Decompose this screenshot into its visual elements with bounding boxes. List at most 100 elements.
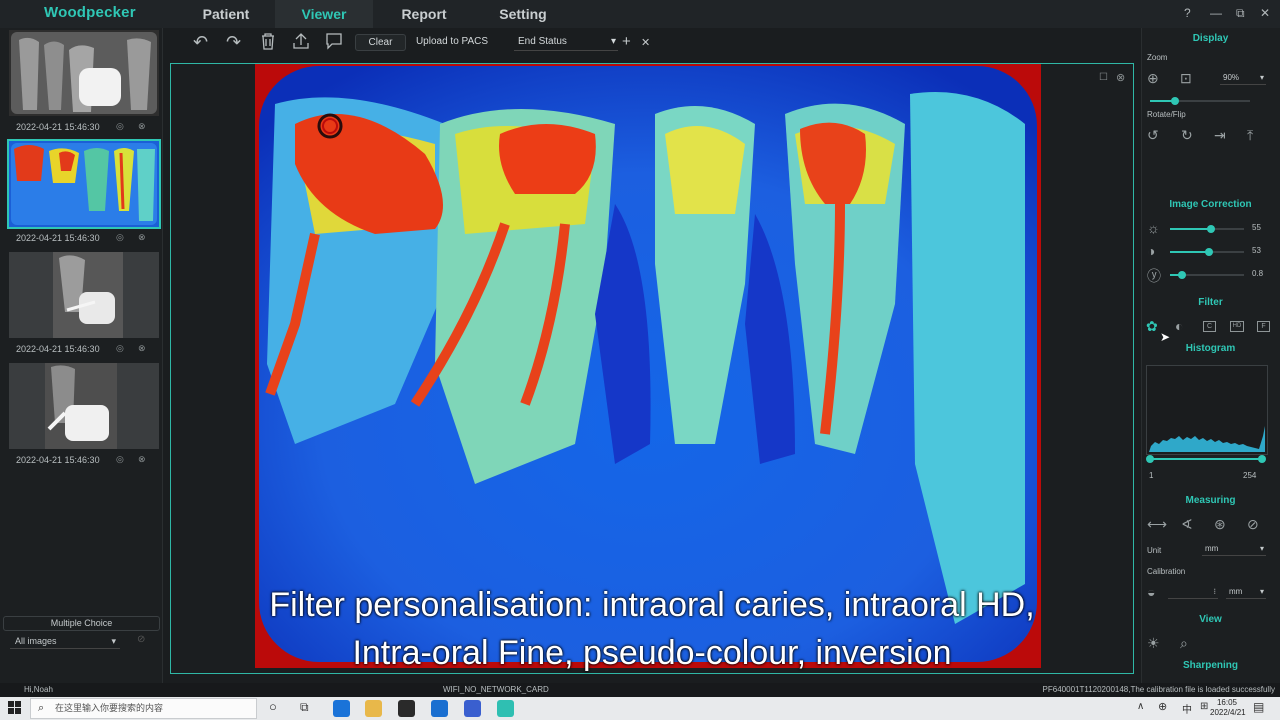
tab-setting[interactable]: Setting <box>490 0 556 28</box>
histogram-max-value[interactable]: 254 <box>1243 471 1256 480</box>
taskbar-search-box[interactable]: ⌕ 在这里输入你要搜索的内容 <box>30 698 257 719</box>
tray-chevron-icon[interactable]: ∧ <box>1137 701 1144 712</box>
gamma-value[interactable]: 0.8 <box>1252 269 1263 278</box>
undo-icon[interactable]: ↶ <box>193 32 208 53</box>
network-tray-icon[interactable]: ⊕ <box>1158 700 1167 713</box>
image-filter-select[interactable]: All images ▾ <box>10 634 120 649</box>
remove-icon[interactable]: ✕ <box>641 36 650 49</box>
histogram-range-slider[interactable] <box>1146 455 1266 463</box>
thumbnail-1-close-icon[interactable]: ⊗ <box>138 121 146 132</box>
zoom-select[interactable]: 90% ▾ <box>1220 72 1266 85</box>
close-viewer-icon[interactable]: ⊗ <box>1116 71 1125 84</box>
mail-icon[interactable] <box>431 700 448 717</box>
search-icon: ⌕ <box>38 702 45 714</box>
histogram-graphic <box>1149 426 1265 452</box>
zoom-slider-knob[interactable] <box>1171 97 1179 105</box>
light-icon[interactable]: ☀ <box>1147 635 1160 652</box>
gamma-slider-knob[interactable] <box>1177 271 1186 279</box>
magnifier-icon[interactable]: ⌕ <box>1180 635 1188 652</box>
file-explorer-icon[interactable] <box>365 700 382 717</box>
unit-select[interactable]: mm ▾ <box>1202 543 1266 556</box>
histogram-max-knob[interactable] <box>1258 455 1266 463</box>
calibration-input[interactable]: ⁝ <box>1168 586 1218 599</box>
tab-report[interactable]: Report <box>388 0 460 28</box>
thumbnail-4-close-icon[interactable]: ⊗ <box>138 454 146 465</box>
ime-indicator[interactable]: 中 <box>1182 701 1192 716</box>
settings-small-icon[interactable]: ⊘ <box>137 634 145 645</box>
histogram-chart[interactable] <box>1146 365 1268 455</box>
thumbnail-1-edit-icon[interactable]: ◎ <box>116 121 124 132</box>
area-icon[interactable]: ⊛ <box>1214 516 1226 533</box>
redo-icon[interactable]: ↷ <box>226 32 241 53</box>
status-bar: Hi,Noah WIFI_NO_NETWORK_CARD PF640001T11… <box>0 683 1280 697</box>
cortana-icon[interactable]: ○ <box>269 699 277 714</box>
thumbnail-4[interactable] <box>9 363 159 449</box>
view-section-title: View <box>1199 614 1222 625</box>
comment-icon[interactable] <box>325 32 343 55</box>
notification-icon[interactable]: ▤ <box>1253 700 1264 714</box>
caption-line-2: Intra-oral Fine, pseudo-colour, inversio… <box>352 634 952 672</box>
thumbnail-3-close-icon[interactable]: ⊗ <box>138 343 146 354</box>
upload-icon[interactable] <box>292 32 310 55</box>
upload-pacs-button[interactable]: Upload to PACS <box>412 34 492 51</box>
ruler-icon[interactable]: ⟷ <box>1147 516 1167 533</box>
histogram-min-value[interactable]: 1 <box>1149 471 1153 480</box>
store-icon[interactable] <box>398 700 415 717</box>
windows-start-icon[interactable] <box>8 701 22 720</box>
filter-section-title: Filter <box>1198 297 1223 308</box>
brightness-slider-knob[interactable] <box>1206 225 1215 233</box>
thumbnail-2-edit-icon[interactable]: ◎ <box>116 232 124 243</box>
calibration-unit-select[interactable]: mm ▾ <box>1226 586 1266 599</box>
rotate-left-icon[interactable]: ↺ <box>1147 127 1159 144</box>
zoom-fit-icon[interactable]: ⊡ <box>1180 70 1192 87</box>
calibration-icon[interactable]: ◒ <box>1147 584 1155 600</box>
thumbnail-3-edit-icon[interactable]: ◎ <box>116 343 124 354</box>
xray-thumbnail-4 <box>9 363 159 449</box>
flip-horizontal-icon[interactable]: ⇥ <box>1214 127 1226 144</box>
task-view-icon[interactable]: ⧉ <box>300 700 309 715</box>
thumbnail-2[interactable] <box>7 139 161 229</box>
add-icon[interactable]: + <box>622 33 631 50</box>
angle-icon[interactable]: ∢ <box>1181 516 1193 533</box>
zoom-slider[interactable] <box>1150 97 1250 105</box>
maximize-icon[interactable]: ☐ <box>1099 72 1108 83</box>
fine-filter-button[interactable]: F <box>1257 321 1270 332</box>
brightness-value[interactable]: 55 <box>1252 223 1261 232</box>
tab-patient[interactable]: Patient <box>190 0 262 28</box>
flip-vertical-icon[interactable]: ⤒ <box>1247 127 1253 144</box>
caries-filter-button[interactable]: C <box>1203 321 1216 332</box>
zoom-in-icon[interactable]: ⊕ <box>1147 70 1159 87</box>
chevron-down-icon: ▾ <box>1259 73 1264 82</box>
contrast-value[interactable]: 53 <box>1252 246 1261 255</box>
chevron-down-icon: ▾ <box>610 36 616 47</box>
app-logo: Woodpecker <box>44 4 136 21</box>
minimize-button[interactable]: — <box>1210 6 1222 20</box>
hd-filter-button[interactable]: HD <box>1230 321 1244 332</box>
restore-button[interactable]: ⧉ <box>1236 6 1245 21</box>
invert-filter-icon[interactable]: ◐ <box>1175 318 1183 334</box>
gamma-slider[interactable] <box>1170 271 1244 279</box>
eraser-icon[interactable]: ⊘ <box>1247 516 1259 533</box>
histogram-min-knob[interactable] <box>1146 455 1154 463</box>
help-button[interactable]: ? <box>1184 6 1191 20</box>
status-select[interactable]: End Status ▾ <box>514 34 618 51</box>
trash-icon[interactable] <box>260 32 276 55</box>
rotate-right-icon[interactable]: ↻ <box>1181 127 1193 144</box>
woodpecker-app-icon[interactable] <box>497 700 514 717</box>
thumbnail-4-edit-icon[interactable]: ◎ <box>116 454 124 465</box>
clock[interactable]: 16:05 2022/4/21 <box>1210 698 1246 718</box>
contrast-slider[interactable] <box>1170 248 1244 256</box>
app-a-icon[interactable] <box>464 700 481 717</box>
thumbnail-2-close-icon[interactable]: ⊗ <box>138 232 146 243</box>
edge-browser-icon[interactable] <box>333 700 350 717</box>
thumbnail-1[interactable] <box>9 30 159 116</box>
thumbnail-3[interactable] <box>9 252 159 338</box>
pseudocolor-xray-image[interactable] <box>255 64 1041 668</box>
close-button[interactable]: ✕ <box>1260 6 1270 20</box>
tab-viewer[interactable]: Viewer <box>275 0 373 28</box>
palette-filter-icon[interactable]: ✿ <box>1146 318 1158 335</box>
multiple-choice-button[interactable]: Multiple Choice <box>3 616 160 631</box>
ime-mode-icon[interactable]: ⊞ <box>1200 701 1208 712</box>
clear-button[interactable]: Clear <box>355 34 406 51</box>
brightness-slider[interactable] <box>1170 225 1244 233</box>
